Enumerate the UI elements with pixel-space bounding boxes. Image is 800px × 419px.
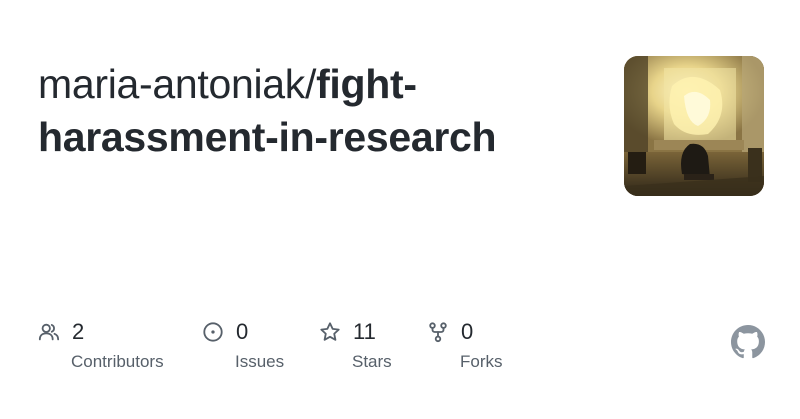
fork-icon bbox=[427, 321, 449, 343]
github-logo-icon[interactable] bbox=[731, 325, 765, 359]
repo-owner[interactable]: maria-antoniak/ bbox=[38, 61, 316, 107]
stat-forks[interactable]: 0 Forks bbox=[427, 318, 503, 372]
contributors-count: 2 bbox=[72, 319, 85, 344]
stat-contributors[interactable]: 2 Contributors bbox=[38, 318, 164, 372]
owner-avatar[interactable] bbox=[624, 56, 764, 196]
star-icon bbox=[319, 321, 341, 343]
repo-title[interactable]: maria-antoniak/fight-harassment-in-resea… bbox=[38, 58, 598, 164]
contributors-label: Contributors bbox=[71, 352, 164, 371]
issues-count: 0 bbox=[236, 319, 249, 344]
stat-issues[interactable]: 0 Issues bbox=[202, 318, 284, 372]
forks-label: Forks bbox=[460, 352, 503, 371]
avatar-painting-image bbox=[624, 56, 764, 196]
repo-stats: 2 Contributors 0 Issues 11 Stars 0 Forks bbox=[38, 318, 598, 378]
issues-label: Issues bbox=[235, 352, 285, 371]
issues-icon bbox=[202, 321, 224, 343]
stat-stars[interactable]: 11 Stars bbox=[319, 318, 392, 372]
contributors-icon bbox=[38, 321, 60, 343]
stars-count: 11 bbox=[353, 319, 376, 344]
stars-label: Stars bbox=[352, 352, 392, 371]
forks-count: 0 bbox=[461, 319, 474, 344]
repo-social-card: maria-antoniak/fight-harassment-in-resea… bbox=[0, 0, 800, 419]
